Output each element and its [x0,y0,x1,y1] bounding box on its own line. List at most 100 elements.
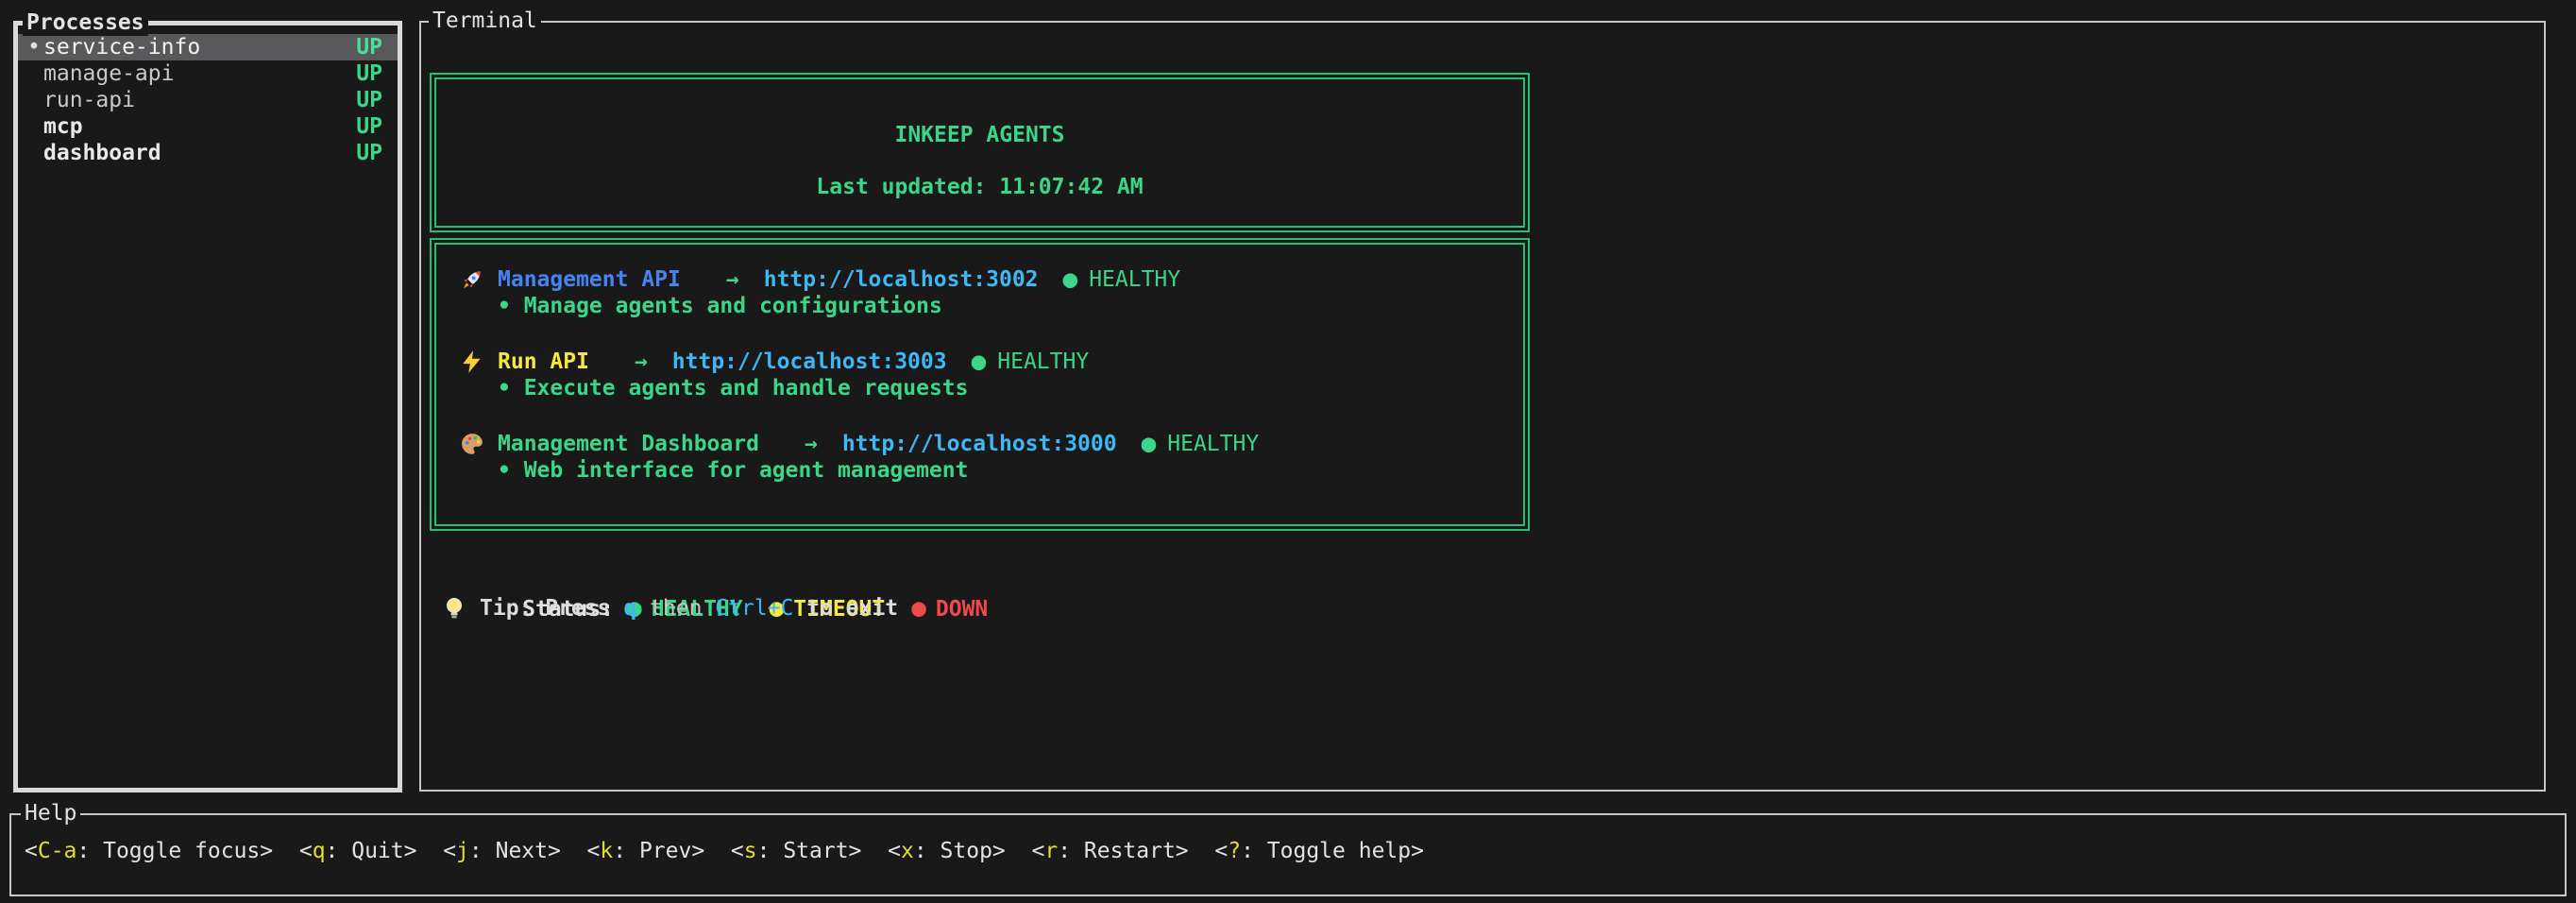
service-url[interactable]: http://localhost:3000 [842,432,1117,456]
legend-down: ● DOWN [911,597,988,622]
service-health-status: HEALTHY [1089,267,1180,292]
shortcut-open: < [888,839,901,863]
process-name: manage-api [43,60,174,87]
process-name: service-info [43,34,200,60]
service-entry: Run API → http://localhost:3003 ● HEALTHY• E… [459,348,1514,402]
process-name: run-api [43,87,135,113]
service-health-status: HEALTHY [1167,432,1259,456]
processes-panel: Processes •service-infoUPmanage-apiUPrun… [13,21,402,792]
services-box: Management API → http://localhost:3002 ● HEA… [430,238,1530,531]
service-line: Run API → http://localhost:3003 ● HEALTHY [459,348,1514,375]
service-name: Management Dashboard [498,432,759,456]
shortcut-open: < [299,839,313,863]
shortcut-open: < [731,839,744,863]
shortcut-action: : Next> [469,839,561,863]
help-panel-title: Help [21,800,80,826]
process-row-service-info[interactable]: •service-info UP [18,34,398,60]
service-health-status: HEALTHY [997,349,1089,374]
process-status-badge: UP [356,140,382,166]
help-shortcuts: <C-a: Toggle focus> <q: Quit> <j: Next> … [11,839,2565,863]
service-entry: Management API→http://localhost:3002●HEA… [459,265,1514,320]
shortcut-j: <j: Next> [443,839,561,863]
lightning-icon-slot [459,349,485,374]
rocket-icon [460,267,484,292]
service-description: • Manage agents and configurations [498,293,1514,320]
process-status-badge: UP [356,34,382,60]
palette-icon [460,432,484,456]
shortcut-open: < [587,839,601,863]
service-url[interactable]: http://localhost:3003 [672,349,947,374]
tui-app: Processes •service-infoUPmanage-apiUPrun… [0,0,2576,903]
service-entry: Management Dashboard → http://localhost:30… [459,430,1514,485]
legend-dot-icon: ● [911,594,926,622]
process-name: dashboard [43,140,161,166]
shortcut-key: k [600,839,613,863]
shortcut-key: ? [1228,839,1241,863]
arrow-icon: → [635,349,648,374]
service-description: • Web interface for agent management [498,457,1514,485]
shortcut-open: < [25,839,38,863]
shortcut-action: : Toggle help> [1241,839,1424,863]
process-row-mcp[interactable]: mcp UP [18,113,398,140]
agents-header-box: INKEEP AGENTS Last updated: 11:07:42 AM [430,73,1530,232]
shortcut-action: : Start> [757,839,862,863]
terminal-panel-title: Terminal [429,8,541,34]
shortcut-open: < [1214,839,1228,863]
shortcut-key: s [744,839,757,863]
shortcut-q: <q: Quit> [299,839,417,863]
rocket-icon-slot [459,267,485,292]
health-dot-icon: ● [1063,267,1078,292]
shortcut-k: <k: Prev> [587,839,705,863]
process-list: •service-info UP manage-api UP run-api UP mcp U… [18,34,398,166]
shortcut-action: : Restart> [1058,839,1188,863]
service-url[interactable]: http://localhost:3002 [764,267,1039,292]
service-name: Management API [498,267,681,292]
process-status-badge: UP [356,87,382,113]
legend-label: DOWN [936,597,988,622]
shortcut-key: C-a [38,839,77,863]
status-legend: Status:●HEALTHY●TIMEOUT●DOWN [444,568,2544,595]
palette-icon-slot [459,432,485,456]
process-name: mcp [43,113,83,140]
service-name: Run API [498,349,589,374]
shortcut-action: : Toggle focus> [76,839,273,863]
service-line: Management Dashboard → http://localhost:30… [459,430,1514,457]
health-dot-icon: ● [972,349,987,374]
processes-panel-title: Processes [23,9,148,36]
shortcut-action: : Stop> [914,839,1006,863]
tip-line: Tip: Press q then Ctrl+C to exit [444,595,2544,622]
tip-key-ctrlc: Ctrl+C [715,595,793,622]
selected-indicator: • [27,34,43,60]
agents-title: INKEEP AGENTS [436,123,1523,147]
shortcut-Ca: <C-a: Toggle focus> [25,839,273,863]
shortcut-key: r [1044,839,1058,863]
bulb-icon [445,597,464,622]
shortcut-action: : Quit> [326,839,417,863]
last-updated-text: Last updated: 11:07:42 AM [436,175,1523,199]
shortcut-x: <x: Stop> [888,839,1006,863]
tip-middle: then [636,595,715,622]
process-row-dashboard[interactable]: dashboard UP [18,140,398,166]
shortcut-r: <r: Restart> [1031,839,1188,863]
shortcut-key: j [456,839,469,863]
process-status-badge: UP [356,60,382,87]
tip-suffix: to exit [793,595,898,622]
lightning-icon [460,349,484,374]
shortcut-: <?: Toggle help> [1214,839,1424,863]
help-panel: Help <C-a: Toggle focus> <q: Quit> <j: N… [9,813,2567,896]
process-status-badge: UP [356,113,382,140]
service-description: • Execute agents and handle requests [498,375,1514,402]
process-row-run-api[interactable]: run-api UP [18,87,398,113]
shortcut-open: < [1031,839,1044,863]
process-row-manage-api[interactable]: manage-api UP [18,60,398,87]
shortcut-action: : Prev> [613,839,704,863]
shortcut-key: x [901,839,914,863]
tip-prefix: Tip: Press [480,595,623,622]
tip-key-q: q [623,595,636,622]
arrow-icon: → [805,432,818,456]
shortcut-s: <s: Start> [731,839,862,863]
terminal-panel: Terminal INKEEP AGENTS Last updated: 11:… [419,21,2546,792]
service-line: Management API→http://localhost:3002●HEA… [459,265,1514,293]
shortcut-key: q [313,839,326,863]
shortcut-open: < [443,839,456,863]
